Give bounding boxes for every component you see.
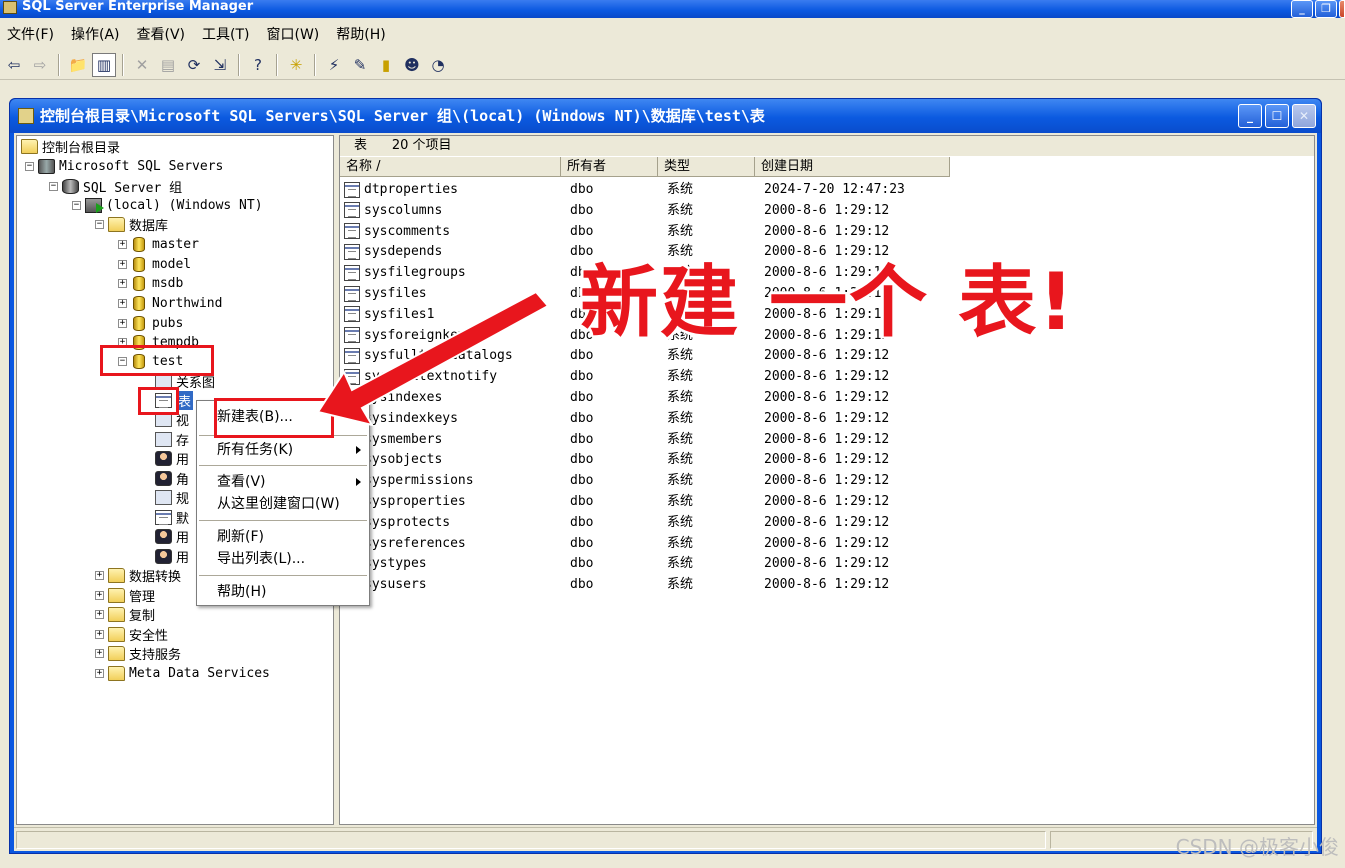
annotation-arrow	[316, 290, 550, 427]
watermark: CSDN @极客小俊	[1175, 835, 1339, 859]
arrow-icon	[316, 290, 550, 427]
annotation-text: 新建 一个 表!	[580, 258, 1076, 348]
